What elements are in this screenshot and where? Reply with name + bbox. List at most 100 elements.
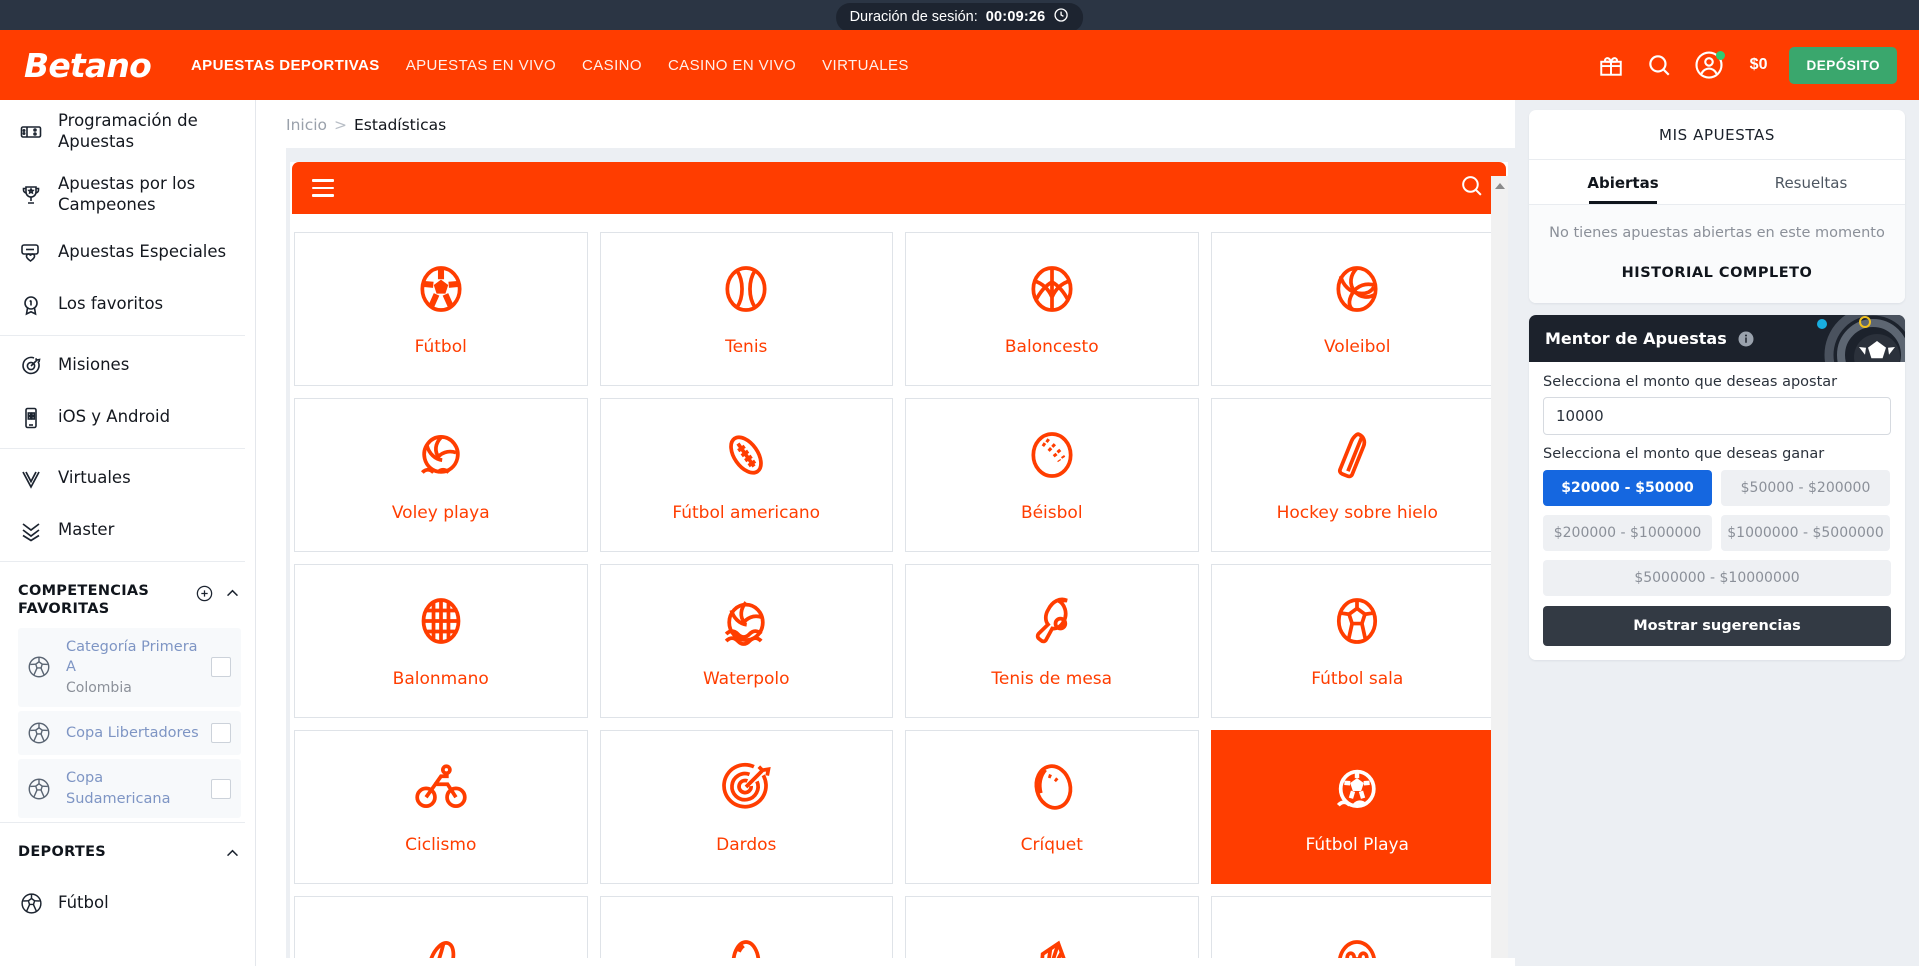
trophy-icon: [18, 183, 44, 207]
sport-tile-bowls[interactable]: [1210, 896, 1504, 958]
mentor-option-2[interactable]: $50000 - $200000: [1721, 470, 1890, 506]
deposit-button[interactable]: DEPÓSITO: [1789, 46, 1897, 84]
sport-tile-rugby[interactable]: [294, 896, 588, 958]
sport-tile-waterpolo[interactable]: Waterpolo: [599, 564, 893, 718]
scroll-up-arrow-icon[interactable]: [1494, 183, 1505, 189]
sport-tile-futbol-americano[interactable]: Fútbol americano: [599, 398, 893, 552]
search-icon[interactable]: [1459, 173, 1484, 203]
mentor-win-label: Selecciona el monto que deseas ganar: [1543, 446, 1825, 462]
plus-circle-icon[interactable]: [195, 584, 214, 608]
mentor-header: Mentor de Apuestas: [1529, 315, 1905, 362]
search-icon[interactable]: [1646, 52, 1672, 78]
chevron-up-icon[interactable]: [224, 845, 241, 867]
sidebar-item-label: Los favoritos: [58, 294, 164, 314]
favorite-checkbox[interactable]: [211, 657, 231, 678]
sport-tile-tenis-de-mesa[interactable]: Tenis de mesa: [905, 564, 1199, 718]
handball-icon: [413, 593, 469, 649]
center-content: Inicio > Estadísticas Fútbol Tenis Balon…: [256, 100, 1515, 966]
mentor-stake-label: Selecciona el monto que deseas apostar: [1543, 374, 1838, 390]
nav-item-virtuales[interactable]: VIRTUALES: [822, 57, 909, 74]
favorite-checkbox[interactable]: [211, 723, 231, 744]
sport-tile-label: Tenis de mesa: [991, 669, 1113, 689]
sport-tile-criquet[interactable]: Críquet: [905, 730, 1199, 884]
medal-icon: [18, 293, 44, 317]
sport-tile-voley-playa[interactable]: Voley playa: [294, 398, 588, 552]
sport-tile-label: Fútbol Playa: [1305, 835, 1409, 855]
sport-tile-futbol[interactable]: Fútbol: [294, 232, 588, 386]
betano-logo[interactable]: Betano: [24, 46, 152, 85]
gift-icon[interactable]: [1598, 52, 1624, 78]
nav-item-casino-en-vivo[interactable]: CASINO EN VIVO: [668, 57, 796, 74]
sport-tile-beisbol[interactable]: Béisbol: [905, 398, 1199, 552]
avatar[interactable]: [1694, 50, 1725, 80]
sidebar-item-los-favoritos[interactable]: Los favoritos: [0, 279, 255, 331]
my-bets-tabs: Abiertas Resueltas: [1529, 160, 1905, 205]
futsal-icon: [1329, 593, 1385, 649]
tab-resueltas[interactable]: Resueltas: [1717, 160, 1905, 204]
sports-tile-grid: Fútbol Tenis Baloncesto Voleibol Voley p…: [290, 214, 1508, 958]
mentor-option-3[interactable]: $200000 - $1000000: [1543, 515, 1712, 551]
sport-tile-label: Fútbol: [414, 337, 467, 357]
breadcrumb: Inicio > Estadísticas: [256, 100, 1515, 148]
master-icon: [18, 519, 44, 543]
sport-tile-futbol-playa[interactable]: Fútbol Playa: [1210, 730, 1504, 884]
sidebar-item-apuestas-por-los-campeones[interactable]: Apuestas por los Campeones: [0, 163, 255, 226]
sport-tile-futbol-sala[interactable]: Fútbol sala: [1210, 564, 1504, 718]
mentor-stake-input[interactable]: [1543, 397, 1891, 435]
sidebar-item-master[interactable]: Master: [0, 505, 255, 557]
info-icon[interactable]: [1737, 330, 1755, 348]
sport-tile-tenis[interactable]: Tenis: [599, 232, 893, 386]
nav-item-apuestas-en-vivo[interactable]: APUESTAS EN VIVO: [406, 57, 556, 74]
nav-item-casino[interactable]: CASINO: [582, 57, 642, 74]
sport-tile-aussie-rules[interactable]: [599, 896, 893, 958]
favorite-competition-row[interactable]: Categoría Primera A Colombia: [18, 627, 241, 708]
sport-tile-label: Críquet: [1020, 835, 1083, 855]
nav-item-apuestas-deportivas[interactable]: APUESTAS DEPORTIVAS: [191, 57, 380, 74]
favorite-competition-row[interactable]: Copa Libertadores: [18, 711, 241, 756]
sport-tile-label: Baloncesto: [1004, 337, 1099, 357]
football-icon: [18, 891, 44, 916]
mentor-show-suggestions-button[interactable]: Mostrar sugerencias: [1543, 606, 1891, 646]
sport-tile-label: Hockey sobre hielo: [1276, 503, 1438, 523]
ticket-icon: [18, 120, 44, 144]
sidebar-item-apuestas-especiales[interactable]: Apuestas Especiales: [0, 227, 255, 279]
full-history-link[interactable]: HISTORIAL COMPLETO: [1529, 259, 1905, 303]
basketball-icon: [1024, 261, 1080, 317]
sidebar-divider: [0, 560, 245, 562]
breadcrumb-current: Estadísticas: [354, 116, 447, 134]
balance-amount[interactable]: $0: [1750, 56, 1768, 74]
sport-tile-voleibol[interactable]: Voleibol: [1210, 232, 1504, 386]
online-status-dot: [1715, 51, 1725, 60]
left-sidebar: Programación de Apuestas Apuestas por lo…: [0, 100, 256, 966]
sport-tile-hockey-sobre-hielo[interactable]: Hockey sobre hielo: [1210, 398, 1504, 552]
sidebar-divider: [0, 334, 245, 336]
sidebar-item-label: Apuestas por los Campeones: [58, 174, 196, 214]
sport-tile-dardos[interactable]: Dardos: [599, 730, 893, 884]
mentor-option-1[interactable]: $20000 - $50000: [1543, 470, 1712, 506]
mentor-option-4[interactable]: $1000000 - $5000000: [1721, 515, 1890, 551]
sidebar-item-label: Programación de Apuestas: [58, 111, 198, 151]
favorite-competition-name: Copa Sudamericana: [66, 770, 171, 807]
sidebar-item-misiones[interactable]: Misiones: [0, 340, 255, 392]
sidebar-item-virtuales[interactable]: Virtuales: [0, 453, 255, 505]
favorite-competition-row[interactable]: Copa Sudamericana: [18, 759, 241, 819]
sidebar-item-programacion-de-apuestas[interactable]: Programación de Apuestas: [0, 100, 255, 163]
sport-tile-badminton[interactable]: [905, 896, 1199, 958]
sidebar-item-label: Virtuales: [58, 468, 131, 488]
widget-scrollbar[interactable]: [1491, 176, 1508, 958]
right-panel: MIS APUESTAS Abiertas Resueltas No tiene…: [1515, 100, 1919, 966]
mentor-card: Mentor de Apuestas Selecciona el monto q…: [1529, 315, 1905, 660]
sidebar-sport-futbol[interactable]: Fútbol: [0, 877, 255, 929]
cycling-icon: [413, 759, 469, 815]
sport-tile-baloncesto[interactable]: Baloncesto: [905, 232, 1199, 386]
hamburger-menu-icon[interactable]: [312, 179, 334, 197]
mentor-option-5[interactable]: $5000000 - $10000000: [1543, 560, 1891, 596]
tab-abiertas[interactable]: Abiertas: [1529, 160, 1717, 204]
favorite-checkbox[interactable]: [211, 778, 231, 799]
chevron-up-icon[interactable]: [224, 585, 241, 607]
sidebar-sport-label: Fútbol: [58, 892, 109, 912]
breadcrumb-home[interactable]: Inicio: [286, 116, 327, 134]
sport-tile-ciclismo[interactable]: Ciclismo: [294, 730, 588, 884]
sidebar-item-ios-y-android[interactable]: iOS y Android: [0, 392, 255, 444]
sport-tile-balonmano[interactable]: Balonmano: [294, 564, 588, 718]
